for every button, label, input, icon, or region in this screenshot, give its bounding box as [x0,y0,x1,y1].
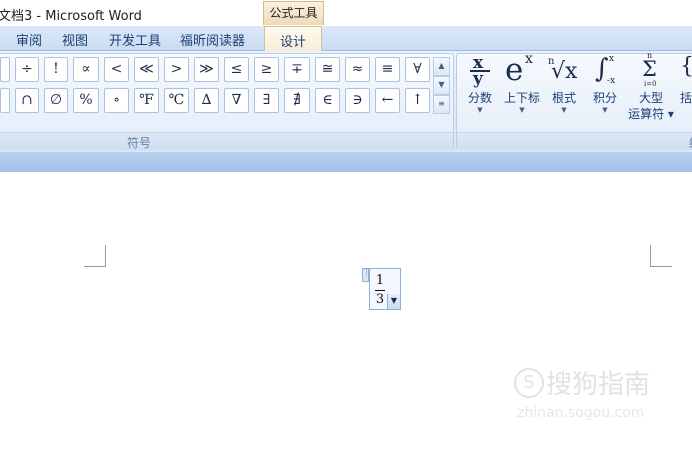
symbol-not-exists[interactable]: ∄ [284,88,310,113]
fraction-button[interactable]: x y 分数 ▼ [463,53,497,115]
symbol-element-of[interactable]: ∈ [315,88,340,113]
symbol-divide[interactable]: ÷ [15,57,39,82]
chevron-down-icon: ▼ [561,106,567,114]
gallery-more-button[interactable]: ≡ [433,95,450,114]
equation-tools-context-tab[interactable]: 公式工具 [263,1,324,25]
symbols-group-label: 符号 [127,136,152,150]
radical-button[interactable]: n √x 根式 ▼ [548,54,580,115]
large-operator-label-line2: 运算符 ▾ [628,107,674,121]
watermark-text: 搜狗指南 [546,370,651,400]
symbol-identical[interactable]: ≡ [375,57,400,82]
large-operator-icon: n Σ i=0 [642,51,657,88]
chevron-down-icon: ▼ [519,106,525,114]
integral-icon: ∫ x -x [595,54,616,86]
chevron-down-icon: ▼ [602,106,608,114]
ribbon-tab-bar: 审阅 视图 开发工具 福昕阅读器 设计 [0,26,692,52]
symbol-greater-equal[interactable]: ≥ [254,57,279,82]
chevron-down-icon: ▼ [477,106,483,114]
symbol-contains[interactable]: ∋ [345,88,370,113]
equation-box[interactable]: 1 3 ▼ [369,268,401,310]
symbol-nabla[interactable]: ∇ [224,88,249,113]
fraction-label: 分数 [467,91,492,105]
symbol-much-less-than[interactable]: ≪ [134,57,159,82]
symbol-fahrenheit[interactable]: ℉ [134,88,159,113]
symbol-minus-plus[interactable]: ∓ [284,57,310,82]
bracket-button[interactable]: {( 括 [680,54,692,106]
fraction-numerator[interactable]: 1 [375,273,385,288]
integral-button[interactable]: ∫ x -x 积分 ▼ [589,54,621,115]
structures-group-label-bar [457,132,692,150]
scroll-down-button[interactable]: ▼ [433,76,450,95]
integral-label: 积分 [592,91,617,105]
watermark-url: zhinan.sogou.com [517,405,645,421]
equation-move-handle[interactable]: ⋮ [362,268,370,282]
symbol-less-equal[interactable]: ≤ [224,57,249,82]
symbol-celsius[interactable]: ℃ [164,88,189,113]
symbol-gallery-scroller: ▲ ▼ ≡ [433,57,450,119]
fraction-denominator[interactable]: 3 [375,292,385,307]
tab-design[interactable]: 设计 [264,26,322,52]
superscript-icon: e x [505,51,533,88]
sogou-logo-icon: S [514,367,544,398]
symbol-percent[interactable]: % [73,88,99,113]
symbol-increment[interactable]: ∆ [194,88,219,113]
large-operator-label-line1: 大型 [638,91,663,105]
margin-marker-left [84,245,106,267]
symbol-less-than[interactable]: < [104,57,129,82]
symbol-exists[interactable]: ∃ [254,88,279,113]
symbol-intersection[interactable]: ∩ [15,88,39,113]
ribbon-bottom-strip [0,152,692,172]
symbol-empty-set[interactable]: ∅ [44,88,68,113]
sogou-watermark: S 搜狗指南 [514,364,650,401]
symbol-congruent[interactable]: ≅ [315,57,340,82]
symbol-partial-row1[interactable] [0,57,10,82]
fraction-icon: x y [463,53,497,90]
radical-label: 根式 [551,91,576,105]
tab-foxit-reader[interactable]: 福昕阅读器 [180,30,245,49]
script-button[interactable]: e x 上下标 ▼ [501,51,543,115]
symbol-degree[interactable]: ∘ [104,88,129,113]
symbol-factorial[interactable]: ! [44,57,68,82]
symbol-much-greater-than[interactable]: ≫ [194,57,219,82]
tab-review[interactable]: 审阅 [16,30,42,49]
symbol-approx[interactable]: ≈ [345,57,370,82]
window-title: 文档3 - Microsoft Word [0,9,142,24]
equation-options-dropdown[interactable]: ▼ [387,294,400,309]
tab-view[interactable]: 视图 [62,30,88,49]
bracket-icon: {( [680,54,692,90]
title-bar: 文档3 - Microsoft Word 公式工具 [0,0,692,26]
margin-marker-right [650,245,672,267]
symbol-proportional[interactable]: ∝ [73,57,99,82]
symbol-left-arrow[interactable]: ← [375,88,400,113]
radical-icon: n √x [548,56,578,84]
tab-developer[interactable]: 开发工具 [109,30,161,49]
symbol-for-all[interactable]: ∀ [405,57,430,82]
symbol-greater-than[interactable]: > [164,57,189,82]
script-label: 上下标 [503,91,540,105]
fraction-bar [375,290,385,291]
scroll-up-button[interactable]: ▲ [433,57,450,76]
symbol-up-arrow[interactable]: ↑ [405,88,430,113]
symbol-partial-row2[interactable] [0,88,10,113]
large-operator-button[interactable]: n Σ i=0 大型 运算符 ▾ [626,51,676,122]
bracket-label: 括 [680,91,692,105]
symbols-group-label-bar [0,132,453,150]
